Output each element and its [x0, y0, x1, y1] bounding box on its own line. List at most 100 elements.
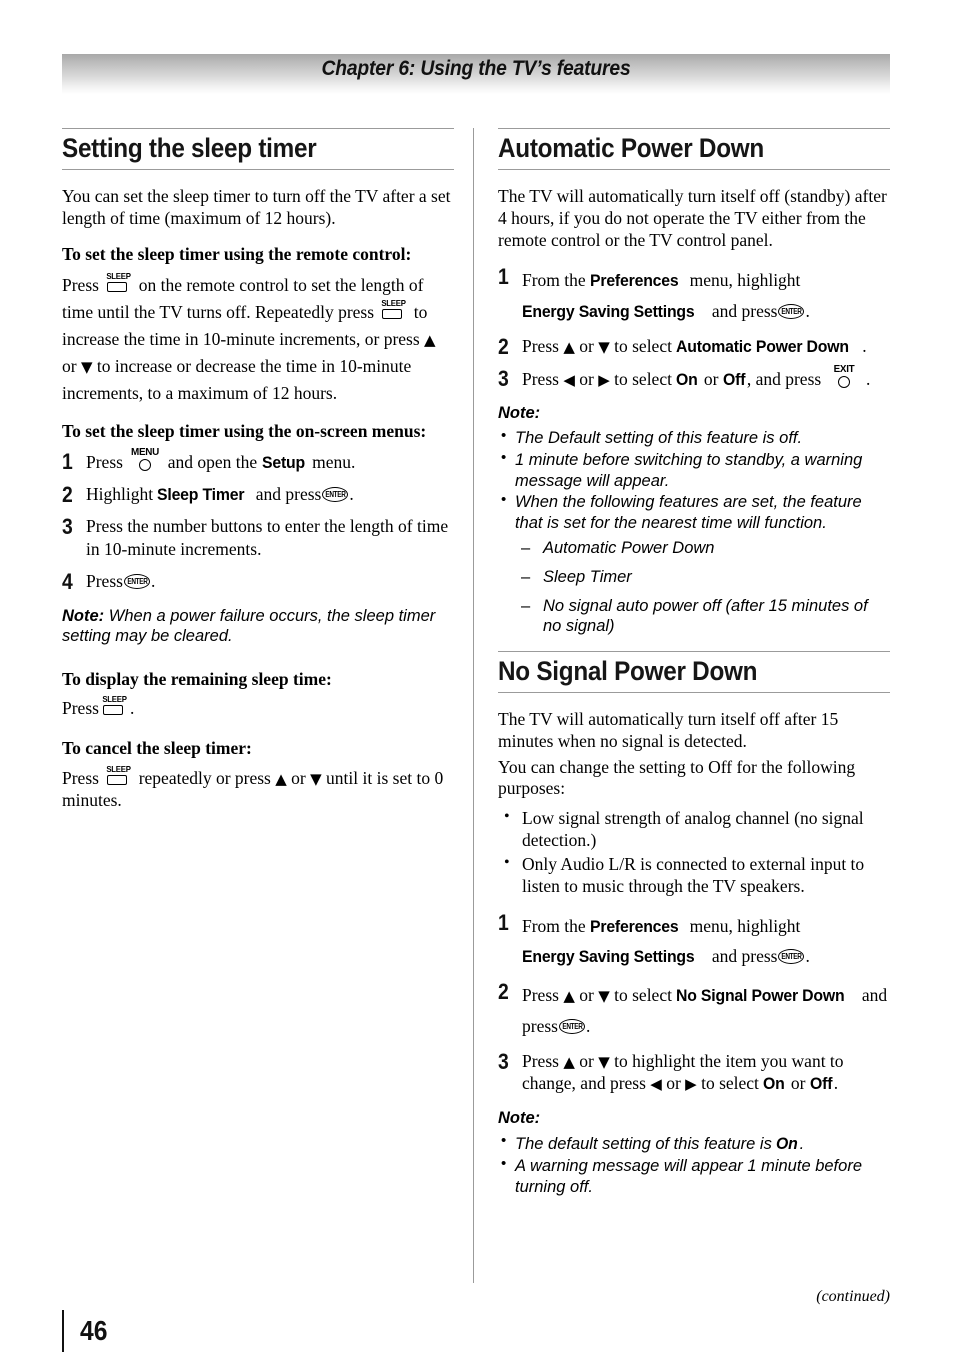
step-text-b: or	[579, 1050, 594, 1071]
display-remaining-instruction: Press SLEEP.	[62, 694, 454, 720]
step-text-c: to select	[614, 335, 672, 356]
step-number: 3	[498, 365, 509, 391]
subhead-remote-control: To set the sleep timer using the remote …	[62, 243, 412, 264]
exit-icon-circle-shape	[837, 375, 850, 388]
step-item: 3 Press the number buttons to enter the …	[62, 515, 454, 561]
step-item: 1 Press MENU and open the Setup menu.	[62, 445, 454, 474]
right-arrow-icon: ▶	[598, 370, 610, 389]
remote-control-instructions: Press SLEEP on the remote control to set…	[62, 270, 454, 408]
ui-label-off: Off	[722, 369, 746, 389]
left-column: Setting the sleep timer You can set the …	[62, 128, 454, 825]
right-column: Automatic Power Down The TV will automat…	[498, 128, 890, 1204]
ui-label-no-signal-power-down: No Signal Power Down	[676, 986, 845, 1006]
chapter-title: Chapter 6: Using the TV’s features	[321, 57, 631, 80]
step-text: Highlight Sleep Timer and press ENTER.	[86, 483, 454, 506]
step-text-e: to select	[701, 1073, 759, 1094]
step-text-b: or	[579, 335, 594, 356]
sleep-icon-label: SLEEP	[102, 694, 127, 705]
note-sub-item: Sleep Timer	[515, 567, 890, 588]
section-heading-sleep-timer: Setting the sleep timer	[62, 133, 317, 163]
up-arrow-icon: ▲	[563, 337, 575, 356]
remote-text-e: to increase or decrease the time in 10-m…	[62, 356, 412, 404]
step-text-a: From the	[522, 270, 586, 291]
down-arrow-icon: ▼	[310, 769, 322, 788]
step-text-a: Press	[522, 368, 559, 389]
step-text-a: Press	[86, 570, 123, 591]
step-text: Press the number buttons to enter the le…	[86, 516, 449, 559]
step-text-c: .	[349, 483, 354, 504]
step-text-e: , and press	[746, 368, 822, 389]
page-number-rule	[62, 1310, 64, 1352]
step-item: 1 From the Preferences menu, highlight E…	[498, 911, 890, 971]
step-text-c: to select	[614, 368, 672, 389]
note-bullet-item: The default setting of this feature is O…	[498, 1132, 890, 1155]
nspd-purpose-list: Low signal strength of analog channel (n…	[498, 807, 890, 898]
up-arrow-icon: ▲	[563, 1052, 575, 1071]
step-text-b: or	[579, 985, 594, 1006]
step-number: 1	[62, 448, 73, 474]
step-text: Press ENTER.	[86, 570, 454, 593]
step-text-c: and press	[711, 946, 778, 967]
chapter-header-bar: Chapter 6: Using the TV’s features	[62, 54, 890, 94]
enter-icon-label: ENTER	[781, 306, 802, 316]
step-text-d: .	[805, 946, 810, 967]
step-number: 3	[62, 514, 73, 540]
enter-icon: ENTER	[558, 1018, 585, 1034]
sleep-icon: SLEEP	[105, 764, 132, 787]
ui-label-on: On	[676, 369, 698, 389]
note-text: When a power failure occurs, the sleep t…	[62, 606, 436, 646]
ui-label-preferences: Preferences	[590, 916, 679, 936]
ui-label-energy-saving-settings: Energy Saving Settings	[522, 947, 695, 967]
cancel-text-b: repeatedly or press	[138, 767, 271, 788]
enter-icon-label: ENTER	[781, 952, 802, 962]
step-text-b: and open the	[167, 451, 258, 472]
step-number: 1	[498, 264, 509, 290]
sleep-icon-button-shape	[107, 774, 128, 785]
note-bullet-text: When the following features are set, the…	[515, 493, 862, 533]
step-text-c: and press	[711, 300, 778, 321]
down-arrow-icon: ▼	[598, 1052, 610, 1071]
step-text: From the Preferences menu, highlight Ene…	[522, 911, 890, 971]
sleep-icon: SLEEP	[105, 270, 132, 294]
up-arrow-icon: ▲	[275, 769, 287, 788]
ui-label-setup: Setup	[261, 452, 305, 472]
remote-text-d: or	[62, 356, 77, 377]
note-bullet-text-b: .	[799, 1135, 805, 1154]
exit-icon: EXIT	[827, 363, 861, 389]
ui-label-on: On	[776, 1134, 799, 1154]
step-item: 4 Press ENTER.	[62, 570, 454, 593]
step-text: Press ▲ or ▼ to select No Signal Power D…	[522, 980, 890, 1040]
step-text-b: and press	[255, 483, 322, 504]
ui-label-sleep-timer: Sleep Timer	[157, 484, 245, 504]
step-item: 3 Press ▲ or ▼ to highlight the item you…	[498, 1050, 890, 1096]
sleep-icon-button-shape	[107, 281, 128, 292]
step-text-g: .	[833, 1073, 839, 1094]
step-number: 2	[498, 979, 509, 1005]
step-item: 3 Press ◀ or ▶ to select On or Off, and …	[498, 363, 890, 391]
display-text-a: Press	[62, 698, 99, 719]
step-text-d: .	[805, 300, 810, 321]
sleep-icon-label: SLEEP	[106, 270, 132, 281]
cancel-text-a: Press	[62, 767, 99, 788]
step-number: 3	[498, 1048, 509, 1074]
up-arrow-icon: ▲	[563, 987, 575, 1006]
page-number-block: 46	[62, 1310, 111, 1352]
nspd-heading-rule-box: No Signal Power Down	[498, 651, 890, 693]
step-text-d: or	[666, 1073, 681, 1094]
sleep-icon: SLEEP	[380, 298, 407, 321]
apd-intro: The TV will automatically turn itself of…	[498, 185, 887, 250]
apd-heading-rule-box: Automatic Power Down	[498, 128, 890, 170]
note-bullet-text-a: The default setting of this feature is	[515, 1135, 772, 1154]
step-text: From the Preferences menu, highlight Ene…	[522, 265, 890, 325]
continued-label: (continued)	[816, 1288, 890, 1305]
step-text-a: Press	[86, 451, 123, 472]
down-arrow-icon: ▼	[80, 358, 93, 377]
step-number: 2	[498, 333, 509, 359]
enter-icon-label: ENTER	[562, 1021, 583, 1031]
step-text-f: .	[865, 368, 871, 389]
nspd-intro-1: The TV will automatically turn itself of…	[498, 708, 839, 751]
step-text: Press ▲ or ▼ to select Automatic Power D…	[522, 335, 890, 358]
menu-icon-label: MENU	[131, 445, 160, 458]
enter-icon: ENTER	[123, 573, 150, 589]
list-item: Only Audio L/R is connected to external …	[498, 853, 890, 898]
